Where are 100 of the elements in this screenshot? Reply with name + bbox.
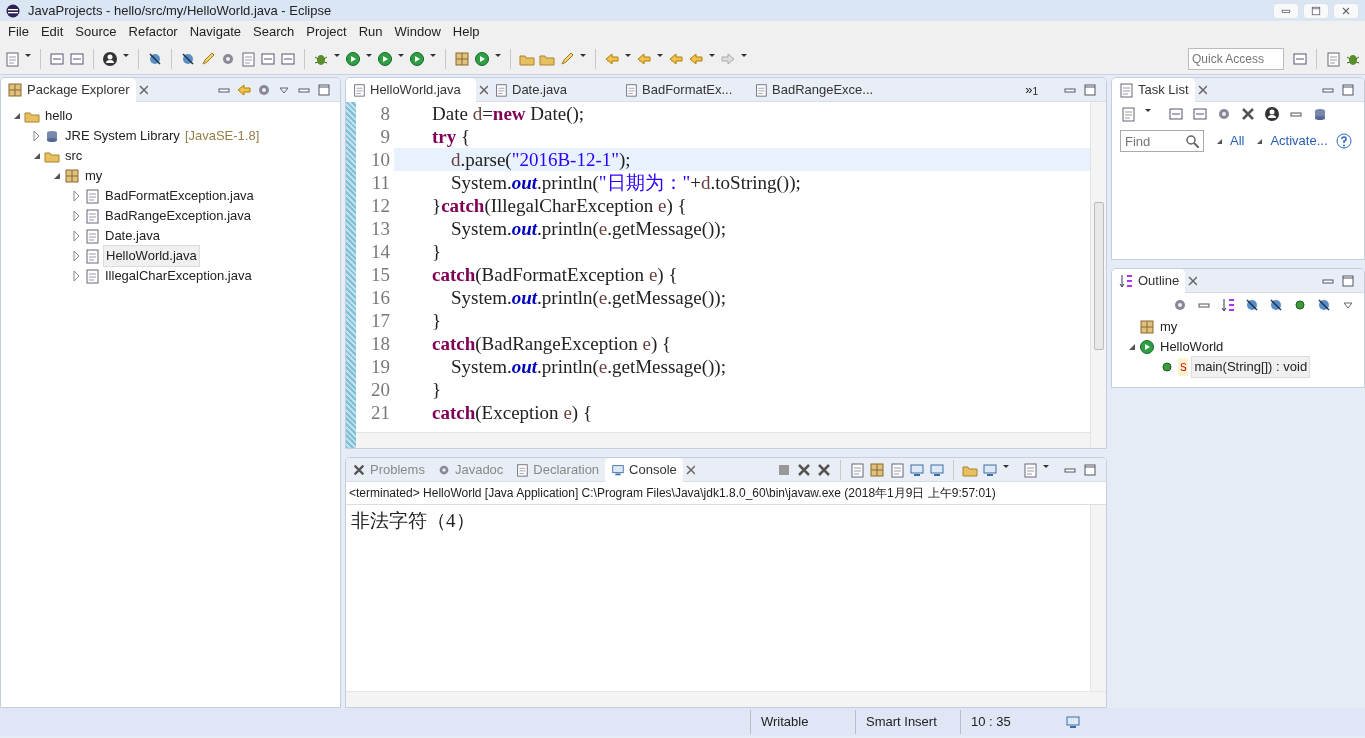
line-number: 8 [379, 102, 391, 125]
code-line: Date d=new Date(); [431, 102, 586, 125]
tree-item[interactable]: HelloWorld [1158, 337, 1226, 357]
menu-item[interactable]: Help [446, 22, 486, 42]
scrollbar[interactable] [356, 432, 1090, 448]
menu-item[interactable]: Refactor [122, 22, 184, 42]
quick-access-field[interactable]: Quick Access [1188, 47, 1284, 70]
code-line: System.out.println(e.getMessage()); [450, 355, 727, 378]
find-field[interactable]: Find [1120, 130, 1204, 152]
help-icon[interactable] [1335, 133, 1352, 149]
tree-item[interactable]: hello [43, 106, 75, 126]
java-file-icon [84, 228, 100, 244]
scrollbar[interactable] [1090, 505, 1106, 691]
line-number: 13 [370, 217, 391, 240]
scrollbar[interactable] [1090, 102, 1106, 448]
status-text: Smart Insert [855, 710, 960, 734]
java-file-icon [84, 248, 100, 264]
window-title: JavaProjects - hello/src/my/HelloWorld.java - Eclipse [28, 1, 332, 20]
code-line: catch(Exception e) { [431, 401, 593, 424]
code-line: System.out.println("日期为："+d.toString()); [450, 171, 802, 194]
maximize-icon[interactable] [316, 81, 332, 98]
menu-item[interactable]: Project [300, 22, 353, 42]
remove-icon[interactable] [796, 461, 812, 478]
public-icon[interactable] [1292, 297, 1308, 313]
method-icon [1159, 359, 1175, 375]
line-number: 12 [370, 194, 391, 217]
code-line: catch(BadFormatException e) { [431, 263, 679, 286]
editor-tab[interactable]: BadFormatEx... [618, 78, 748, 102]
menu-item[interactable]: Run [352, 22, 389, 42]
person-icon[interactable] [102, 50, 118, 67]
line-number: 20 [370, 378, 391, 401]
line-number: 19 [370, 355, 391, 378]
menu-item[interactable]: Edit [34, 22, 70, 42]
tree-item[interactable]: my [1158, 317, 1180, 337]
run-icon[interactable] [409, 50, 425, 67]
restore-button[interactable] [1303, 2, 1329, 19]
filter-link[interactable]: All [1230, 131, 1245, 151]
display-icon[interactable] [929, 461, 945, 478]
java-file-icon [84, 188, 100, 204]
tree-item[interactable]: src [63, 146, 85, 166]
line-number: 15 [370, 263, 391, 286]
maximize-icon[interactable] [1082, 461, 1098, 478]
run-icon[interactable] [377, 50, 393, 67]
console-icon[interactable] [982, 461, 998, 478]
tree-item[interactable]: IllegalCharException.java [103, 266, 254, 286]
line-number: 10 [370, 148, 391, 171]
console-output: 非法字符（4） [350, 509, 476, 533]
view-tab[interactable]: Package Explorer [1, 78, 136, 102]
editor-tab[interactable]: BadRangeExce... [748, 78, 880, 102]
library-icon [44, 128, 60, 144]
tree-item[interactable]: main(String[]) : void [1191, 356, 1311, 378]
maximize-icon[interactable] [1082, 81, 1098, 98]
code-line: } [431, 309, 443, 332]
line-number: 16 [370, 286, 391, 309]
overflow-button[interactable]: » [1025, 79, 1033, 100]
minimize-button[interactable] [1273, 2, 1299, 19]
remove-icon[interactable] [1240, 106, 1256, 122]
search-icon [1185, 134, 1199, 148]
tree-item[interactable]: my [83, 166, 105, 186]
menu-item[interactable]: Search [247, 22, 301, 42]
code-line: try { [431, 125, 472, 148]
editor-tab[interactable]: HelloWorld.java [346, 78, 476, 102]
package-icon[interactable] [454, 50, 470, 67]
java-file-icon [494, 81, 508, 98]
tree-item[interactable]: Date.java [103, 226, 162, 246]
remove-all-icon[interactable] [816, 461, 832, 478]
tree-item[interactable]: BadFormatException.java [103, 186, 256, 206]
tree-item[interactable]: JRE System Library [63, 126, 182, 146]
editor-tab[interactable]: Date.java [488, 78, 618, 102]
task-icon [1118, 81, 1134, 98]
run-icon[interactable] [345, 50, 361, 67]
line-number: 11 [370, 171, 391, 194]
static-marker: S [1178, 357, 1189, 377]
java-file-icon [352, 81, 366, 98]
filter-link[interactable]: Activate... [1270, 131, 1328, 151]
line-number: 21 [370, 401, 391, 424]
package-icon [7, 81, 23, 98]
view-tab[interactable]: Task List [1112, 78, 1195, 102]
menu-item[interactable]: Navigate [183, 22, 247, 42]
tree-item[interactable]: HelloWorld.java [103, 245, 200, 267]
menu-item[interactable]: Window [388, 22, 447, 42]
line-number: 14 [370, 240, 391, 263]
maximize-icon[interactable] [1340, 81, 1356, 98]
code-line: catch(BadRangeException e) { [431, 332, 673, 355]
menu-item[interactable]: Source [69, 22, 123, 42]
scrollbar[interactable] [346, 691, 1106, 707]
new-task-icon[interactable] [1120, 106, 1136, 122]
maximize-icon[interactable] [1340, 272, 1356, 289]
menu-item[interactable]: File [2, 22, 35, 42]
view-tab[interactable]: Console [605, 458, 683, 482]
people-icon[interactable] [1264, 106, 1280, 122]
java-file-icon [84, 208, 100, 224]
status-text: Writable [750, 710, 855, 734]
tree-item[interactable]: BadRangeException.java [103, 206, 253, 226]
java-file-icon [624, 81, 638, 98]
sort-icon[interactable] [1220, 297, 1236, 313]
code-line: }catch(IllegalCharException e) { [431, 194, 688, 217]
line-number: 18 [370, 332, 391, 355]
view-tab[interactable]: Outline [1112, 269, 1186, 293]
close-button[interactable] [1333, 2, 1359, 19]
